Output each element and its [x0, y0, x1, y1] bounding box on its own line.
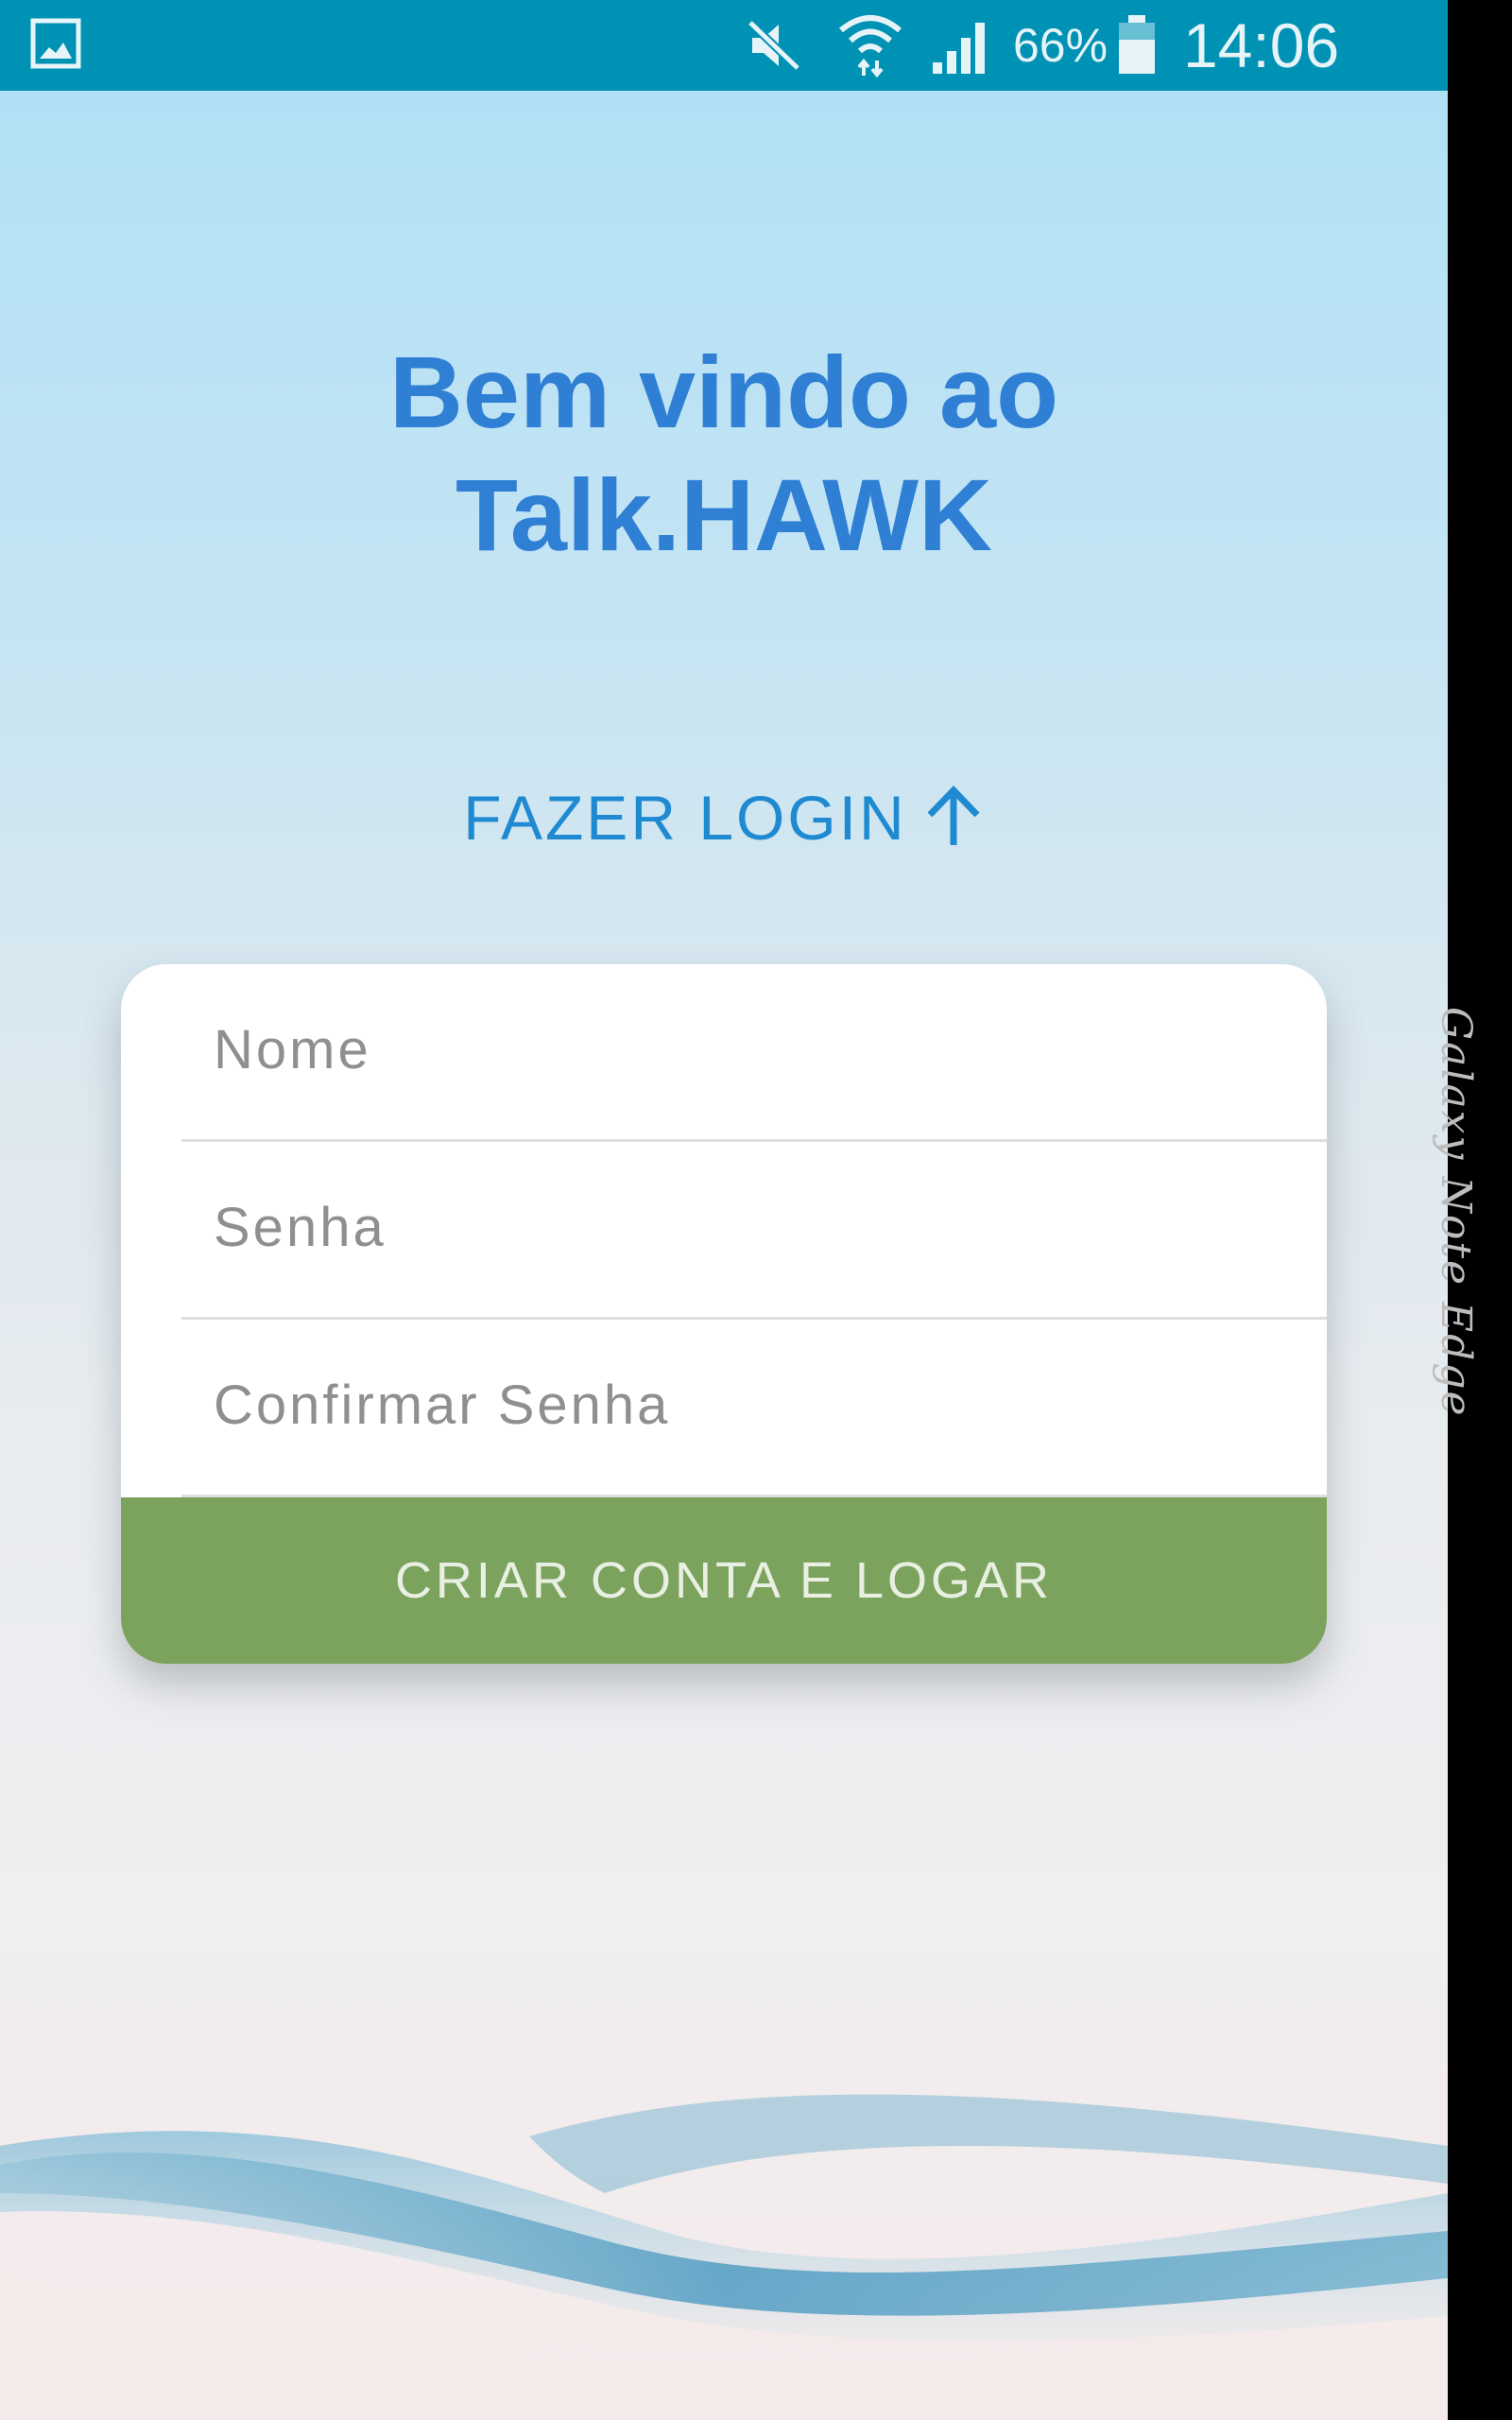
device-edge-label: Galaxy Note Edge	[1432, 1007, 1480, 1418]
clock: 14:06	[1183, 10, 1340, 80]
create-account-button[interactable]: CRIAR CONTA E LOGAR	[121, 1497, 1327, 1664]
welcome-line-1: Bem vindo ao	[388, 335, 1059, 449]
login-link[interactable]: FAZER LOGIN	[0, 775, 1448, 860]
battery-icon	[1119, 15, 1155, 74]
name-input[interactable]	[212, 1002, 1270, 1097]
arrow-up-icon	[927, 785, 980, 845]
welcome-title: Bem vindo ao Talk.HAWK	[0, 331, 1448, 577]
status-bar: 66% 14:06	[0, 0, 1448, 91]
app-screen: 66% 14:06 Bem vindo ao Talk.HAWK FAZER L…	[0, 0, 1448, 2420]
confirm-password-field-row	[121, 1320, 1327, 1497]
wave-decoration	[0, 2094, 1448, 2420]
signal-icon	[933, 23, 985, 74]
confirm-password-input[interactable]	[212, 1357, 1270, 1452]
password-input[interactable]	[212, 1180, 1270, 1274]
mute-icon	[747, 19, 801, 72]
login-link-label: FAZER LOGIN	[463, 783, 907, 853]
name-field-row	[121, 964, 1327, 1142]
signup-card: CRIAR CONTA E LOGAR	[121, 964, 1327, 1664]
gallery-icon	[30, 18, 81, 69]
battery-percent: 66%	[1013, 19, 1108, 72]
welcome-line-2: Talk.HAWK	[455, 458, 993, 572]
wifi-icon	[839, 15, 902, 78]
password-field-row	[121, 1142, 1327, 1320]
